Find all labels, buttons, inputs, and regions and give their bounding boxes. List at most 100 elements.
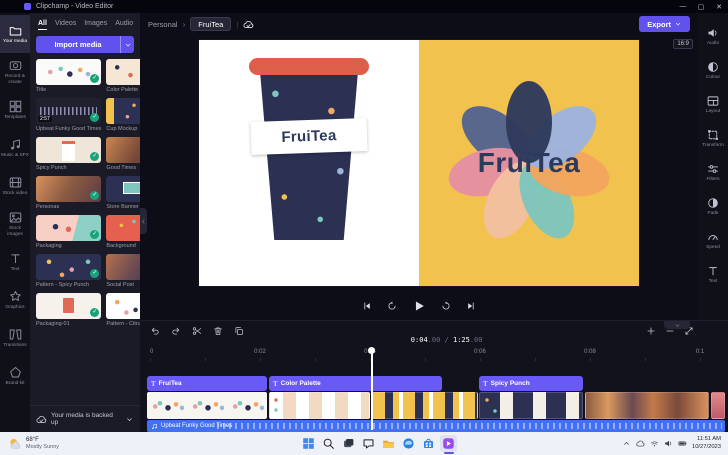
sidebar-item-templates[interactable]: Templates	[0, 91, 30, 129]
property-transform[interactable]: Transform	[698, 121, 728, 155]
taskbar-chat-button[interactable]	[360, 435, 377, 452]
timeline-collapse-handle[interactable]	[664, 321, 690, 329]
video-clip[interactable]	[479, 392, 583, 419]
taskbar-store-button[interactable]	[420, 435, 437, 452]
media-thumbnail[interactable]: ✓	[106, 176, 140, 202]
playhead[interactable]	[371, 349, 373, 430]
text-clip[interactable]: TFruiTea	[147, 376, 267, 391]
sidebar-item-record-create[interactable]: Record & create	[0, 53, 30, 91]
media-thumbnail[interactable]: ✓	[106, 59, 140, 85]
property-layout[interactable]: Layout	[698, 87, 728, 121]
preview-logo-slide[interactable]: FruiTea	[419, 40, 639, 286]
video-clip[interactable]	[585, 392, 709, 419]
taskbar-clipchamp-button[interactable]	[440, 435, 457, 452]
media-item[interactable]: ✓ Pattern - Spicy Punch	[36, 254, 101, 288]
timeline-ruler[interactable]: 00:020:040:060:080:1	[140, 349, 728, 361]
media-thumbnail[interactable]: ✓	[106, 254, 140, 280]
clock[interactable]: 11:51 AM 10/27/2023	[692, 436, 721, 450]
fast-forward-button[interactable]	[441, 301, 451, 311]
battery-tray-button[interactable]	[678, 439, 687, 448]
undo-button[interactable]	[150, 326, 160, 336]
media-item[interactable]: ✓ Good Times	[106, 137, 140, 171]
taskbar-task-view-button[interactable]	[340, 435, 357, 452]
media-item[interactable]: ✓ Color Palette	[106, 59, 140, 93]
sidebar-item-brand-kit[interactable]: Brand kit	[0, 357, 30, 395]
media-item[interactable]: ✓ Packaging	[36, 215, 101, 249]
media-item[interactable]: ✓ Social Post	[106, 254, 140, 288]
sidebar-item-music-sfx[interactable]: Music & SFX	[0, 129, 30, 167]
media-item[interactable]: ✓ Title	[36, 59, 101, 93]
skip-back-button[interactable]	[362, 301, 372, 311]
property-colour[interactable]: Colour	[698, 53, 728, 87]
tab-images[interactable]: Images	[84, 20, 107, 30]
media-item[interactable]: 2:57✓ Upbeat Funky Good Times	[36, 98, 101, 132]
text-clip[interactable]: TColor Palette	[269, 376, 442, 391]
media-thumbnail[interactable]: ✓	[106, 137, 140, 163]
property-audio[interactable]: Audio	[698, 19, 728, 53]
maximize-button[interactable]: ▢	[692, 3, 710, 11]
media-item[interactable]: ✓ Background	[106, 215, 140, 249]
text-clip[interactable]: TSpicy Punch	[479, 376, 583, 391]
minimize-button[interactable]: —	[674, 3, 692, 11]
onedrive-tray-button[interactable]	[636, 439, 645, 448]
sidebar-item-stock-images[interactable]: Stock images	[0, 205, 30, 243]
skip-forward-button[interactable]	[466, 301, 476, 311]
taskbar-edge-button[interactable]	[400, 435, 417, 452]
taskbar-file-explorer-button[interactable]	[380, 435, 397, 452]
zoom-in-button[interactable]	[646, 326, 656, 336]
delete-button[interactable]	[213, 326, 223, 336]
sidebar-item-graphics[interactable]: Graphics	[0, 281, 30, 319]
play-button[interactable]	[412, 299, 426, 313]
rewind-button[interactable]	[387, 301, 397, 311]
media-thumbnail[interactable]: ✓	[36, 176, 101, 202]
property-text[interactable]: Text	[698, 257, 728, 291]
tab-videos[interactable]: Videos	[55, 20, 76, 30]
media-item[interactable]: ✓ Packaging-01	[36, 293, 101, 327]
media-thumbnail[interactable]: ✓	[106, 98, 140, 124]
tab-all[interactable]: All	[38, 20, 47, 30]
video-clip[interactable]	[147, 392, 267, 419]
property-speed[interactable]: Speed	[698, 223, 728, 257]
preview-cup-slide[interactable]: FruiTea	[199, 40, 419, 286]
media-item[interactable]: ✓ Spicy Punch	[36, 137, 101, 171]
duplicate-button[interactable]	[234, 326, 244, 336]
media-item[interactable]: ✓ Personas	[36, 176, 101, 210]
tray-expand-tray-button[interactable]	[622, 439, 631, 448]
property-fade[interactable]: Fade	[698, 189, 728, 223]
sidebar-item-your-media[interactable]: Your media	[0, 15, 30, 53]
breadcrumb-root[interactable]: Personal	[148, 20, 178, 29]
panel-collapse-handle[interactable]	[140, 208, 147, 234]
media-thumbnail[interactable]: ✓	[36, 59, 101, 85]
tab-audio[interactable]: Audio	[115, 20, 133, 30]
video-clip[interactable]	[269, 392, 370, 419]
sidebar-item-transitions[interactable]: Transitions	[0, 319, 30, 357]
media-thumbnail[interactable]: ✓	[36, 137, 101, 163]
weather-widget[interactable]: 68°F Mostly Sunny	[0, 437, 59, 451]
volume-tray-button[interactable]	[664, 439, 673, 448]
sidebar-item-text[interactable]: Text	[0, 243, 30, 281]
video-clip[interactable]	[372, 392, 478, 419]
media-thumbnail[interactable]: ✓	[36, 254, 101, 280]
project-title-field[interactable]: FruiTea	[190, 17, 231, 31]
import-media-button[interactable]: Import media	[36, 36, 134, 53]
split-button[interactable]	[192, 326, 202, 336]
sidebar-item-stock-video[interactable]: Stock video	[0, 167, 30, 205]
media-item[interactable]: ✓ Pattern - Citrus Blast	[106, 293, 140, 327]
wifi-tray-button[interactable]	[650, 439, 659, 448]
media-item[interactable]: ✓ Store Banner	[106, 176, 140, 210]
media-item[interactable]: ✓ Cup Mockup	[106, 98, 140, 132]
backup-status-row[interactable]: Your media is backed up	[30, 405, 140, 432]
close-button[interactable]: ✕	[710, 3, 728, 11]
video-clip[interactable]	[711, 392, 725, 419]
taskbar-search-button[interactable]	[320, 435, 337, 452]
preview-canvas[interactable]: FruiTea FruiTea	[199, 40, 639, 286]
media-thumbnail[interactable]: ✓	[106, 293, 140, 319]
property-filters[interactable]: Filters	[698, 155, 728, 189]
media-thumbnail[interactable]: ✓	[36, 293, 101, 319]
import-options-chevron[interactable]	[120, 36, 134, 53]
aspect-ratio-badge[interactable]: 16:9	[673, 39, 693, 49]
media-thumbnail[interactable]: 2:57✓	[36, 98, 101, 124]
export-button[interactable]: Export	[639, 16, 690, 32]
taskbar-start-button[interactable]	[300, 435, 317, 452]
audio-clip[interactable]: Upbeat Funky Good Times	[147, 420, 725, 432]
